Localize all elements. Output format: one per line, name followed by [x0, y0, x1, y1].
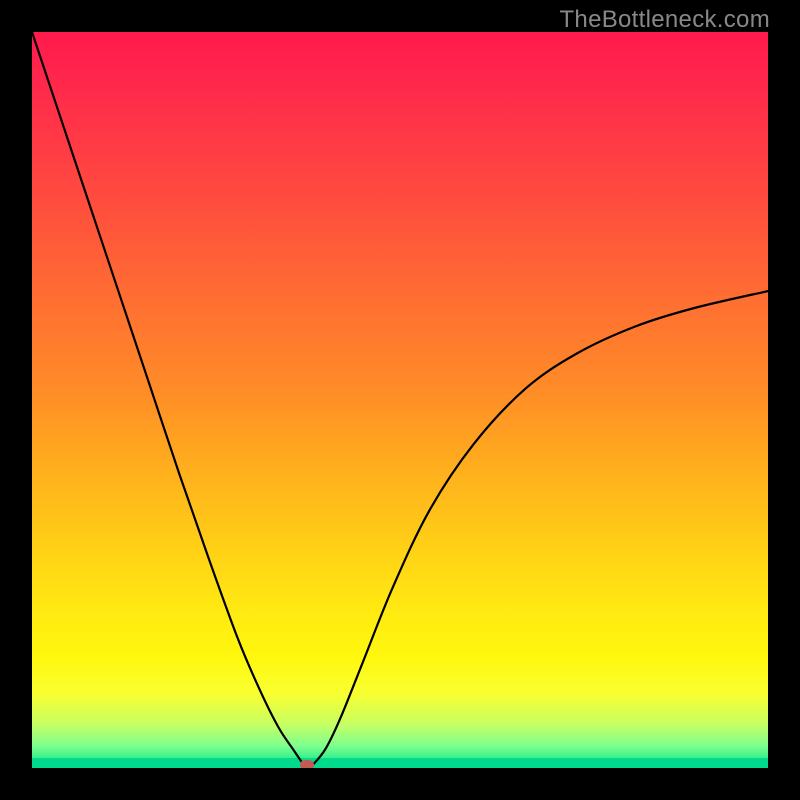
bottleneck-curve — [32, 32, 768, 768]
balance-point-marker — [300, 760, 314, 768]
plot-area — [32, 32, 768, 768]
watermark-text: TheBottleneck.com — [559, 6, 770, 34]
chart-frame: TheBottleneck.com — [0, 0, 800, 800]
